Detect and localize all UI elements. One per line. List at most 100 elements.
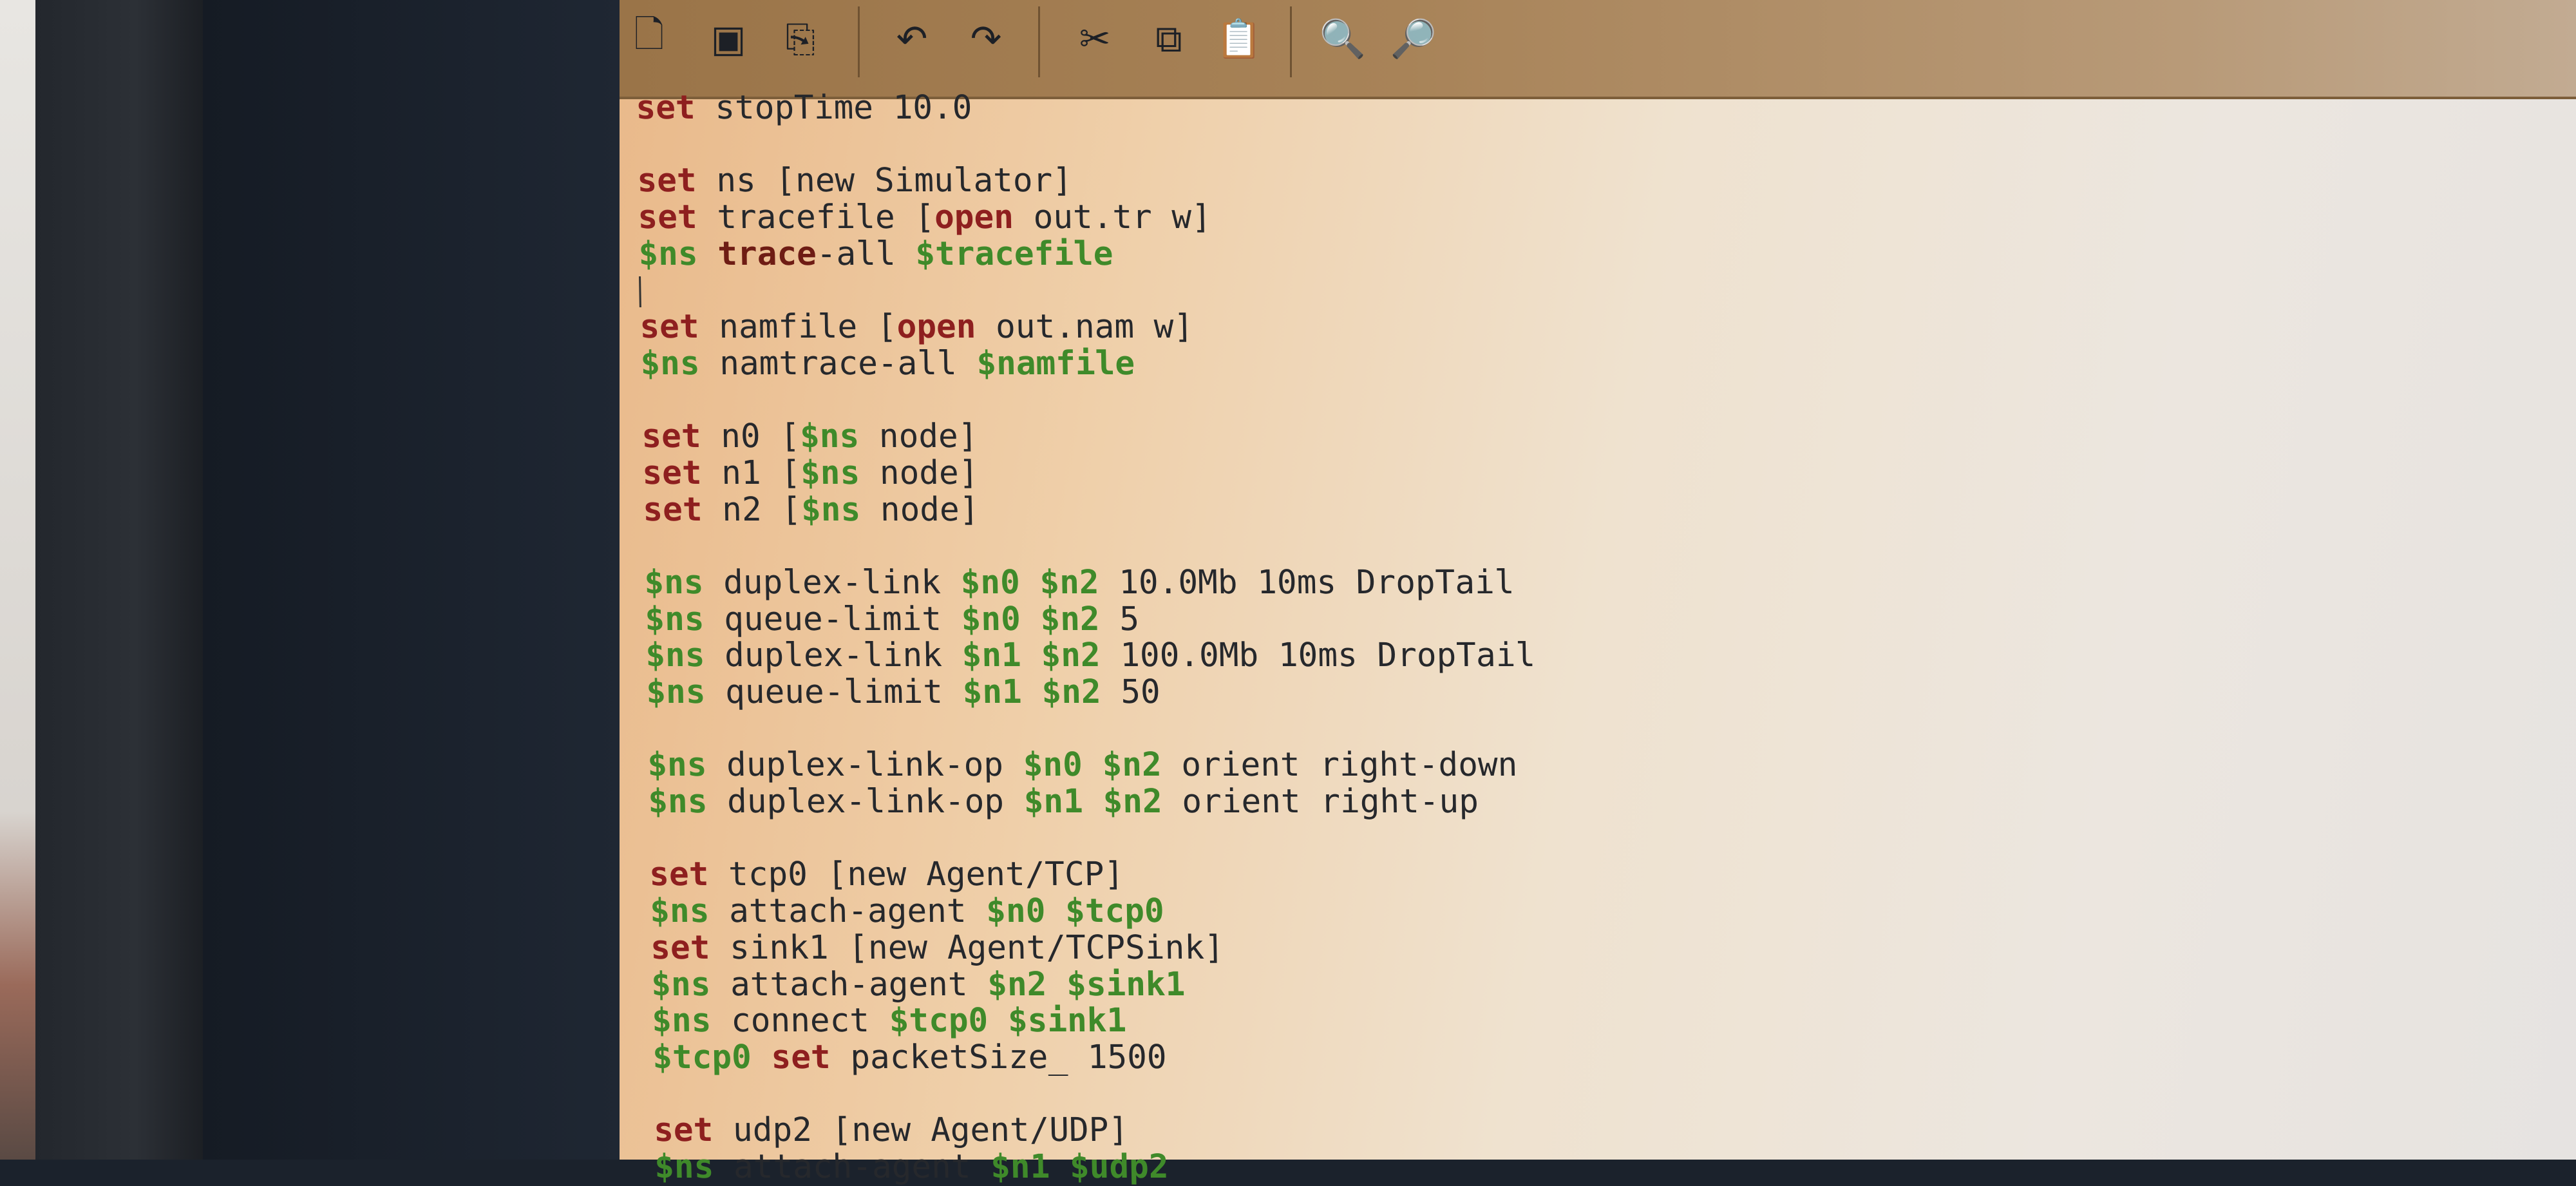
code-text: n1 [ [701,454,801,492]
code-variable: $n2 [1039,563,1100,602]
text-editor-window: 🗋 ▣ ⎘ ↶ ↷ ✂ ⧉ 📋 🔍 🔎 set stopTime 10.0 set ns [new… [620,0,2576,1186]
code-keyword: set [641,454,703,492]
code-line: $ns trace-all $tracefile [638,234,1529,273]
code-text: n0 [ [700,417,800,456]
code-line: set n2 [$ns node] [643,490,1533,529]
code-line: $ns queue-limit $n0 $n2 5 [645,600,1535,638]
code-variable: $ns [654,1147,714,1186]
code-text: node] [858,417,978,456]
code-text: attach-agent [713,1147,991,1186]
code-line: $ns connect $tcp0 $sink1 [652,1002,1542,1040]
code-keyword: set [637,198,698,237]
code-text: out.nam w] [975,308,1194,347]
open-button[interactable]: ▣ [706,13,751,64]
code-text: 10.0Mb 10ms DropTail [1099,563,1515,602]
toolbar-separator [858,6,860,77]
code-keyword: set [639,308,700,347]
code-variable: $ns [639,344,701,383]
find-icon: 🔍 [1319,16,1367,61]
code-keyword: open [934,198,1014,237]
code-keyword: set [641,417,702,456]
code-editor-area[interactable]: set stopTime 10.0 set ns [new Simulator]… [635,89,1545,1186]
redo-button[interactable]: ↷ [963,13,1009,64]
paste-button[interactable]: 📋 [1215,13,1263,64]
code-variable: $ns [638,234,699,273]
code-text: ns [new Simulator] [696,162,1073,200]
code-text: attach-agent [710,965,988,1004]
code-keyword: set [653,1111,714,1150]
code-text: duplex-link [703,563,961,602]
code-variable: $n0 [961,600,1021,638]
code-variable: $tracefile [914,234,1113,273]
code-keyword: set [635,89,696,127]
code-text: n2 [ [701,490,802,529]
code-line: $ns duplex-link $n1 $n2 100.0Mb 10ms Dro… [645,636,1536,675]
code-text: queue-limit [703,600,962,638]
cut-icon: ✂ [1079,17,1111,61]
code-variable: $sink1 [1066,965,1186,1004]
copy-button[interactable]: ⧉ [1146,13,1191,64]
code-line: set tracefile [open out.tr w] [637,198,1528,237]
undo-button[interactable]: ↶ [889,13,934,64]
new-button[interactable]: 🗋 [627,12,672,64]
code-text: attach-agent [708,892,987,931]
toolbar: 🗋 ▣ ⎘ ↶ ↷ ✂ ⧉ 📋 🔍 🔎 [620,0,2576,99]
code-line: set sink1 [new Agent/TCPSink] [650,928,1541,967]
code-variable: $n0 [1023,746,1083,785]
code-text: 100.0Mb 10ms DropTail [1100,636,1536,675]
text-cursor [639,276,641,308]
code-line: $ns attach-agent $n1 $udp2 [654,1147,1545,1186]
code-text: duplex-link [704,636,963,675]
code-line: $ns duplex-link-op $n1 $n2 orient right-… [647,783,1539,821]
code-variable: $n2 [1041,673,1102,711]
code-text: 5 [1099,600,1140,638]
cut-button[interactable]: ✂ [1072,13,1117,64]
code-variable: $ns [650,965,711,1004]
code-variable: $n2 [1103,783,1163,821]
code-line [639,273,1530,309]
code-line: $ns queue-limit $n1 $n2 50 [646,673,1537,711]
toolbar-separator [1290,6,1292,77]
find-button[interactable]: 🔍 [1319,13,1367,64]
code-variable: $n2 [1039,600,1101,638]
code-line: set stopTime 10.0 [635,89,1526,127]
code-line: $tcp0 set packetSize_ 1500 [652,1038,1543,1076]
code-variable: $ns [799,417,860,456]
code-line: set n0 [$ns node] [641,417,1532,456]
code-keyword: set [636,162,697,200]
code-variable: $tcp0 [889,1002,989,1040]
save-button[interactable]: ⎘ [778,13,823,64]
code-variable: $ns [647,783,708,821]
code-variable: $tcp0 [652,1038,752,1076]
paste-icon: 📋 [1215,16,1263,61]
code-variable: $ns [645,636,705,675]
code-keyword: set [649,856,709,894]
toolbar-separator [1038,6,1040,77]
find-replace-button[interactable]: 🔎 [1390,13,1437,64]
code-text: duplex-link-op [706,783,1025,821]
code-variable: $n0 [960,563,1021,602]
code-line: $ns attach-agent $n2 $sink1 [650,965,1542,1004]
code-text: namfile [ [699,308,898,347]
code-line: set n1 [$ns node] [641,454,1533,492]
save-icon: ⎘ [785,16,816,61]
redo-icon: ↷ [970,17,1002,61]
code-variable: $n2 [1102,746,1162,785]
code-line: set namfile [open out.nam w] [639,308,1530,347]
code-variable: $n2 [1040,636,1101,675]
code-variable: $n1 [961,636,1022,675]
code-variable: $namfile [976,344,1135,383]
code-keyword: set [650,928,710,967]
new-icon: 🗋 [634,12,665,56]
